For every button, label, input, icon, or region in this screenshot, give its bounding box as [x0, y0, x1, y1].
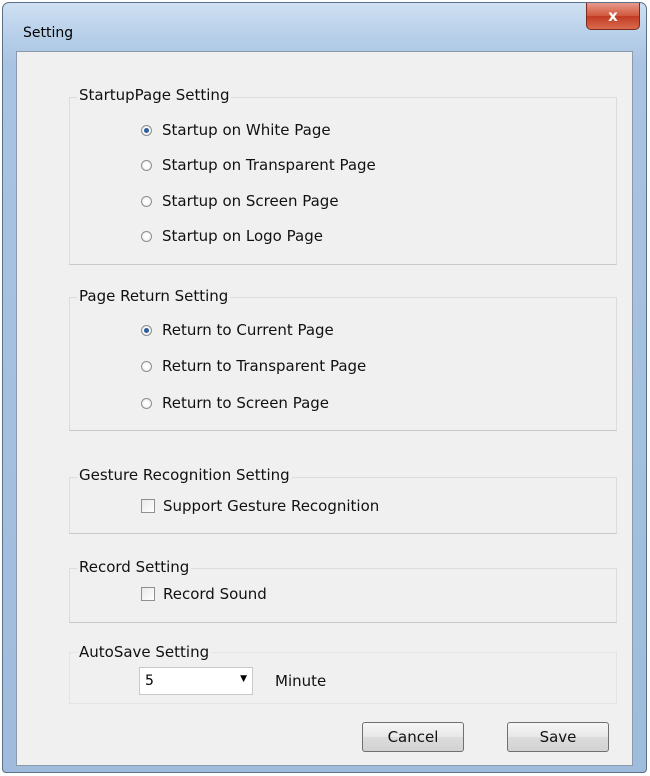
autosave-minutes-select[interactable]: 5 ▼	[139, 667, 253, 695]
dialog-client-area: StartupPage Setting Startup on White Pag…	[16, 51, 633, 766]
radio-button-icon	[141, 230, 152, 242]
radio-button-icon	[141, 324, 152, 336]
close-button[interactable]: x	[586, 3, 640, 30]
radio-label: Startup on Transparent Page	[162, 156, 376, 174]
checkbox-icon	[141, 587, 155, 601]
checkbox-label: Record Sound	[163, 585, 267, 603]
radio-label: Startup on White Page	[162, 121, 331, 139]
radio-label: Return to Screen Page	[162, 394, 330, 412]
close-icon: x	[608, 7, 618, 25]
cancel-button[interactable]: Cancel	[362, 722, 464, 752]
radio-startup-screen[interactable]: Startup on Screen Page	[141, 192, 339, 210]
checkbox-label: Support Gesture Recognition	[163, 497, 380, 515]
checkbox-icon	[141, 499, 155, 513]
settings-dialog: Setting x StartupPage Setting Startup on…	[2, 2, 647, 773]
radio-button-icon	[141, 124, 152, 136]
save-button[interactable]: Save	[507, 722, 609, 752]
radio-button-icon	[141, 159, 152, 171]
radio-label: Startup on Screen Page	[162, 192, 339, 210]
record-group-label: Record Setting	[77, 558, 192, 576]
radio-button-icon	[141, 397, 152, 409]
minute-unit-label: Minute	[275, 672, 327, 690]
autosave-group-label: AutoSave Setting	[77, 643, 212, 661]
chevron-down-icon: ▼	[240, 674, 247, 684]
radio-startup-white[interactable]: Startup on White Page	[141, 121, 331, 139]
radio-return-current[interactable]: Return to Current Page	[141, 321, 334, 339]
radio-button-icon	[141, 195, 152, 207]
radio-return-screen[interactable]: Return to Screen Page	[141, 394, 329, 412]
radio-label: Return to Transparent Page	[162, 357, 367, 375]
radio-startup-logo[interactable]: Startup on Logo Page	[141, 227, 323, 245]
checkbox-support-gesture[interactable]: Support Gesture Recognition	[141, 497, 379, 515]
radio-label: Return to Current Page	[162, 321, 334, 339]
radio-label: Startup on Logo Page	[162, 227, 323, 245]
window-title: Setting	[23, 25, 74, 41]
checkbox-record-sound[interactable]: Record Sound	[141, 585, 267, 603]
page-return-group-label: Page Return Setting	[77, 287, 231, 305]
radio-button-icon	[141, 360, 152, 372]
select-value: 5	[145, 673, 154, 689]
startup-group-label: StartupPage Setting	[77, 86, 232, 104]
radio-return-transparent[interactable]: Return to Transparent Page	[141, 357, 366, 375]
gesture-group-label: Gesture Recognition Setting	[77, 466, 292, 484]
radio-startup-transparent[interactable]: Startup on Transparent Page	[141, 156, 376, 174]
